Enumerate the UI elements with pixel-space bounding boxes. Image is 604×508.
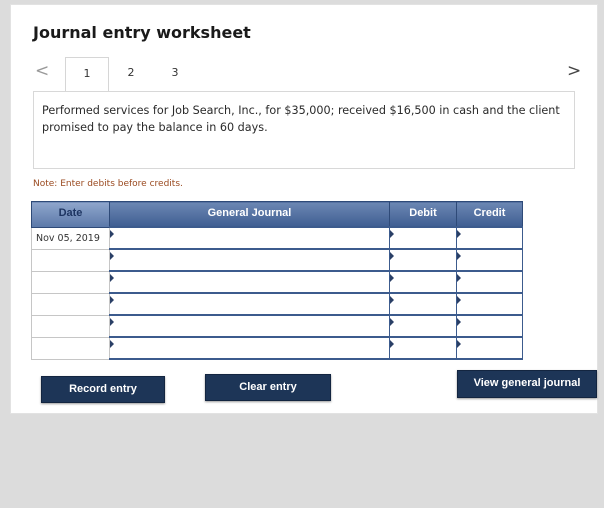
table-row xyxy=(31,292,523,316)
entry-marker-icon xyxy=(457,230,461,238)
entry-marker-icon xyxy=(457,318,461,326)
account-input[interactable] xyxy=(109,226,390,250)
table-row: Nov 05, 2019 xyxy=(31,226,523,250)
table-header-row: Date General Journal Debit Credit xyxy=(31,201,523,228)
date-cell xyxy=(31,314,110,338)
account-input[interactable] xyxy=(109,248,390,272)
entry-marker-icon xyxy=(457,252,461,260)
table-row xyxy=(31,336,523,360)
entry-marker-icon xyxy=(390,230,394,238)
credit-input[interactable] xyxy=(456,336,523,360)
page-title: Journal entry worksheet xyxy=(33,23,251,42)
entry-marker-icon xyxy=(110,274,114,282)
date-cell: Nov 05, 2019 xyxy=(31,226,110,250)
debit-input[interactable] xyxy=(389,226,457,250)
debit-input[interactable] xyxy=(389,314,457,338)
entry-marker-icon xyxy=(390,296,394,304)
date-cell xyxy=(31,336,110,360)
entry-marker-icon xyxy=(110,230,114,238)
account-input[interactable] xyxy=(109,292,390,316)
table-row xyxy=(31,248,523,272)
date-cell xyxy=(31,248,110,272)
tab-2[interactable]: 2 xyxy=(109,57,153,91)
column-header-debit: Debit xyxy=(389,201,457,228)
chevron-left-icon[interactable]: < xyxy=(35,61,49,81)
debit-input[interactable] xyxy=(389,292,457,316)
credit-input[interactable] xyxy=(456,270,523,294)
clear-entry-button[interactable]: Clear entry xyxy=(205,374,331,401)
record-entry-button[interactable]: Record entry xyxy=(41,376,165,403)
entry-marker-icon xyxy=(110,252,114,260)
account-input[interactable] xyxy=(109,336,390,360)
debit-credit-note: Note: Enter debits before credits. xyxy=(33,179,183,189)
transaction-description: Performed services for Job Search, Inc.,… xyxy=(42,104,560,134)
date-cell xyxy=(31,270,110,294)
entry-marker-icon xyxy=(110,318,114,326)
credit-input[interactable] xyxy=(456,248,523,272)
account-input[interactable] xyxy=(109,314,390,338)
tab-1[interactable]: 1 xyxy=(65,57,109,91)
table-row xyxy=(31,270,523,294)
entry-marker-icon xyxy=(110,296,114,304)
entry-marker-icon xyxy=(390,274,394,282)
credit-input[interactable] xyxy=(456,226,523,250)
worksheet-panel: Journal entry worksheet < 1 2 3 > Perfor… xyxy=(10,4,598,414)
entry-marker-icon xyxy=(457,340,461,348)
entry-marker-icon xyxy=(390,318,394,326)
date-cell xyxy=(31,292,110,316)
debit-input[interactable] xyxy=(389,248,457,272)
tab-3[interactable]: 3 xyxy=(153,57,197,91)
entry-marker-icon xyxy=(390,340,394,348)
entry-marker-icon xyxy=(390,252,394,260)
entry-marker-icon xyxy=(457,274,461,282)
worksheet-tabs: 1 2 3 xyxy=(65,57,197,91)
debit-input[interactable] xyxy=(389,270,457,294)
column-header-general-journal: General Journal xyxy=(109,201,390,228)
entry-marker-icon xyxy=(110,340,114,348)
chevron-right-icon[interactable]: > xyxy=(567,61,581,81)
credit-input[interactable] xyxy=(456,314,523,338)
column-header-date: Date xyxy=(31,201,110,228)
account-input[interactable] xyxy=(109,270,390,294)
debit-input[interactable] xyxy=(389,336,457,360)
entry-marker-icon xyxy=(457,296,461,304)
credit-input[interactable] xyxy=(456,292,523,316)
column-header-credit: Credit xyxy=(456,201,523,228)
journal-entry-table: Date General Journal Debit Credit Nov 05… xyxy=(31,201,523,360)
transaction-description-box: Performed services for Job Search, Inc.,… xyxy=(33,91,575,169)
table-row xyxy=(31,314,523,338)
view-general-journal-button[interactable]: View general journal xyxy=(457,370,597,398)
